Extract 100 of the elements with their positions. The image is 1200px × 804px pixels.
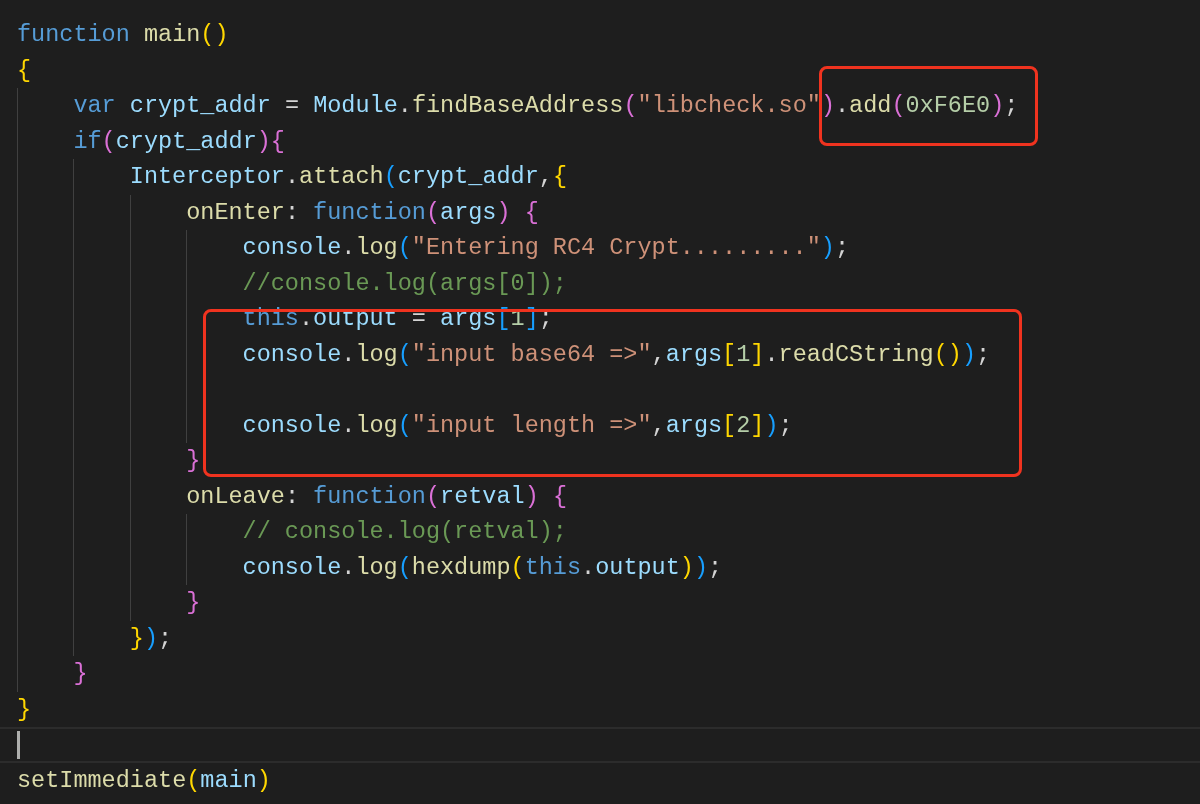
identifier: console	[242, 339, 342, 370]
punctuation: .	[299, 304, 314, 334]
bracket: (	[397, 410, 412, 441]
string-literal: "libcheck.so	[637, 91, 807, 121]
punctuation: ;	[976, 339, 991, 370]
bracket: (	[186, 765, 201, 796]
number-literal: 0xF6E0	[905, 91, 991, 121]
bracket: (	[383, 162, 398, 192]
bracket: ()	[200, 20, 229, 50]
keyword: function	[313, 197, 426, 228]
bracket: (	[891, 91, 906, 121]
function-name: attach	[299, 162, 384, 192]
punctuation: :	[284, 481, 300, 512]
punctuation: =	[410, 304, 427, 334]
identifier: main	[200, 765, 257, 796]
bracket: (	[397, 552, 412, 583]
identifier: Interceptor	[129, 162, 285, 192]
punctuation: .	[341, 552, 356, 583]
keyword: if	[73, 126, 102, 157]
function-name: setImmediate	[17, 765, 187, 796]
identifier: output	[595, 552, 680, 583]
punctuation: :	[284, 197, 300, 228]
function-name: log	[355, 552, 398, 583]
string-literal: "	[806, 91, 821, 121]
bracket: [	[722, 410, 737, 441]
punctuation: .	[764, 339, 779, 370]
identifier: args	[440, 197, 497, 228]
punctuation: .	[341, 339, 356, 370]
function-name: add	[849, 91, 892, 121]
string-literal: "input length =>"	[411, 410, 652, 441]
bracket: )	[679, 552, 694, 583]
bracket: }	[186, 588, 201, 618]
function-name: hexdump	[411, 552, 511, 583]
punctuation: ;	[158, 623, 173, 654]
keyword: this	[524, 552, 582, 583]
code-comment: //console.log(args[0]);	[242, 268, 567, 299]
bracket: {	[523, 197, 539, 228]
bracket: )	[990, 91, 1005, 121]
bracket: (	[425, 197, 441, 228]
identifier: args	[665, 339, 723, 370]
bracket: )	[820, 233, 835, 263]
punctuation: .	[284, 162, 300, 192]
number-literal: 1	[736, 339, 751, 370]
punctuation: ;	[708, 552, 723, 583]
keyword: function	[313, 481, 426, 512]
function-name: readCString	[778, 339, 934, 370]
bracket: (	[397, 233, 412, 263]
punctuation: ,	[538, 162, 553, 192]
bracket: (	[623, 91, 638, 121]
bracket: (	[397, 339, 412, 370]
identifier: args	[665, 410, 723, 441]
punctuation: .	[341, 233, 356, 263]
identifier: output	[313, 304, 398, 334]
punctuation: ,	[651, 410, 666, 441]
punctuation: =	[283, 91, 301, 121]
identifier: console	[242, 552, 342, 583]
bracket: )	[256, 765, 271, 796]
function-name: log	[355, 410, 398, 441]
identifier: console	[242, 233, 342, 263]
punctuation: .	[835, 91, 850, 121]
punctuation: .	[341, 410, 356, 441]
function-name: log	[355, 233, 398, 263]
function-name: main	[142, 20, 201, 50]
identifier: crypt_addr	[397, 162, 539, 192]
punctuation: ,	[651, 339, 666, 370]
keyword: function	[17, 20, 130, 50]
bracket: (	[101, 126, 116, 157]
bracket: )	[961, 339, 976, 370]
bracket: [	[722, 339, 737, 370]
text-cursor	[17, 731, 20, 759]
bracket: )	[764, 410, 779, 441]
bracket: (	[510, 552, 525, 583]
bracket: }	[17, 694, 32, 725]
punctuation: ;	[538, 304, 553, 334]
bracket: ]	[750, 339, 765, 370]
punctuation: .	[397, 91, 412, 121]
bracket: )	[496, 197, 511, 228]
bracket: )	[524, 481, 539, 512]
function-name: findBaseAddress	[411, 91, 624, 121]
function-name: onLeave	[186, 481, 285, 512]
bracket: ]	[750, 410, 765, 441]
function-name: log	[355, 339, 398, 370]
identifier: retval	[440, 481, 525, 512]
punctuation: ;	[834, 233, 849, 263]
bracket: }	[129, 623, 144, 654]
keyword: var	[73, 91, 116, 121]
bracket: )	[256, 126, 271, 157]
string-literal: "Entering RC4 Crypt........."	[411, 233, 821, 263]
bracket: )	[820, 91, 835, 121]
code-comment: // console.log(retval);	[242, 517, 567, 547]
bracket: {	[270, 126, 285, 157]
bracket: }	[73, 659, 88, 689]
bracket: ()	[933, 339, 962, 370]
bracket: }	[186, 446, 201, 476]
identifier: args	[440, 304, 497, 334]
bracket: (	[425, 481, 441, 512]
identifier: Module	[313, 91, 398, 121]
bracket: {	[17, 55, 32, 86]
bracket: )	[693, 552, 708, 583]
bracket: {	[551, 481, 567, 512]
